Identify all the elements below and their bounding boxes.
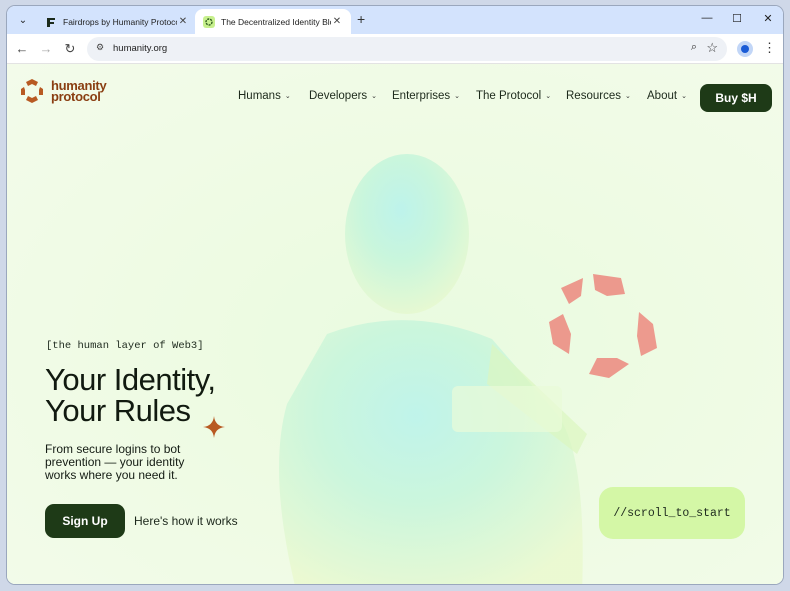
how-it-works-link[interactable]: Here's how it works	[134, 514, 238, 528]
humanity-favicon-icon	[203, 15, 215, 28]
nav-label: Resources	[566, 90, 621, 102]
chevron-down-icon: ⌄	[284, 93, 291, 100]
nav-label: Developers	[309, 90, 368, 102]
close-tab-icon[interactable]: ✕	[177, 16, 189, 27]
chevron-down-icon: ⌄	[371, 93, 378, 100]
chevron-down-icon: ⌄	[681, 93, 687, 100]
nav-label: The Protocol	[476, 90, 542, 102]
nav-label: Enterprises	[392, 90, 451, 102]
forward-icon[interactable]: →	[38, 41, 54, 56]
buy-token-button[interactable]: Buy $H	[700, 84, 772, 112]
nav-humans[interactable]: Humans ⌄	[238, 90, 291, 102]
chevron-down-icon: ⌄	[624, 93, 631, 100]
tab-strip: ⌄ Fairdrops by Humanity Protocol ✕ The D…	[7, 6, 783, 34]
browser-window: ⌄ Fairdrops by Humanity Protocol ✕ The D…	[7, 6, 783, 584]
logo-line-2: protocol	[51, 89, 101, 104]
browser-menu-icon[interactable]: ⋮	[763, 40, 776, 56]
nav-developers[interactable]: Developers ⌄	[309, 90, 377, 102]
browser-toolbar: ← → ↻ ⚙ humanity.org ⌕ ☆ ⋮	[7, 34, 783, 64]
hero-headline: Your Identity, Your Rules	[45, 364, 216, 426]
close-window-icon[interactable]: ✕	[758, 12, 778, 25]
hero-tagline: [the human layer of Web3]	[46, 340, 204, 352]
page-viewport: humanity protocol Humans ⌄ Developers ⌄ En…	[7, 64, 783, 584]
bookmark-star-icon[interactable]: ☆	[706, 40, 718, 56]
nav-resources[interactable]: Resources ⌄	[566, 90, 631, 102]
nav-about[interactable]: About ⌄	[647, 90, 687, 102]
tab-title: The Decentralized Identity Blockchain	[221, 16, 331, 27]
close-tab-icon[interactable]: ✕	[331, 16, 343, 27]
back-icon[interactable]: ←	[14, 41, 30, 56]
fairdrops-favicon-icon	[45, 16, 57, 28]
hero-subtitle: From secure logins to bot prevention — y…	[45, 442, 185, 482]
url-text[interactable]: humanity.org	[113, 43, 167, 54]
minimize-icon[interactable]: —	[697, 12, 717, 24]
sparkle-icon	[203, 416, 225, 438]
chevron-down-icon: ⌄	[454, 93, 461, 100]
site-settings-icon[interactable]: ⚙	[93, 42, 107, 56]
tab-title: Fairdrops by Humanity Protocol	[63, 16, 177, 27]
headline-line-1: Your Identity,	[45, 362, 216, 397]
protocol-ring-icon	[549, 274, 657, 378]
tab-humanity[interactable]: The Decentralized Identity Blockchain ✕	[195, 9, 351, 34]
tab-fairdrops[interactable]: Fairdrops by Humanity Protocol ✕	[37, 9, 197, 34]
nav-enterprises[interactable]: Enterprises ⌄	[392, 90, 460, 102]
scroll-to-start-button[interactable]: //scroll_to_start	[599, 487, 745, 539]
reload-icon[interactable]: ↻	[62, 41, 78, 57]
maximize-icon[interactable]: ☐	[727, 12, 747, 25]
humanity-logo-icon	[21, 79, 43, 103]
address-bar[interactable]: ⚙ humanity.org ⌕ ☆	[87, 37, 727, 61]
humanity-protocol-logo[interactable]: humanity protocol	[19, 78, 107, 104]
new-tab-icon[interactable]: +	[357, 11, 365, 27]
nav-label: About	[647, 90, 678, 102]
sign-up-button[interactable]: Sign Up	[45, 504, 125, 538]
nav-label: Humans	[238, 90, 281, 102]
zoom-icon[interactable]: ⌕	[691, 41, 697, 54]
profile-avatar-icon[interactable]	[737, 41, 753, 57]
headline-line-2: Your Rules	[45, 393, 191, 428]
chevron-down-icon: ⌄	[545, 93, 552, 100]
nav-the-protocol[interactable]: The Protocol ⌄	[476, 90, 551, 102]
tab-search-menu-icon[interactable]: ⌄	[12, 11, 34, 29]
